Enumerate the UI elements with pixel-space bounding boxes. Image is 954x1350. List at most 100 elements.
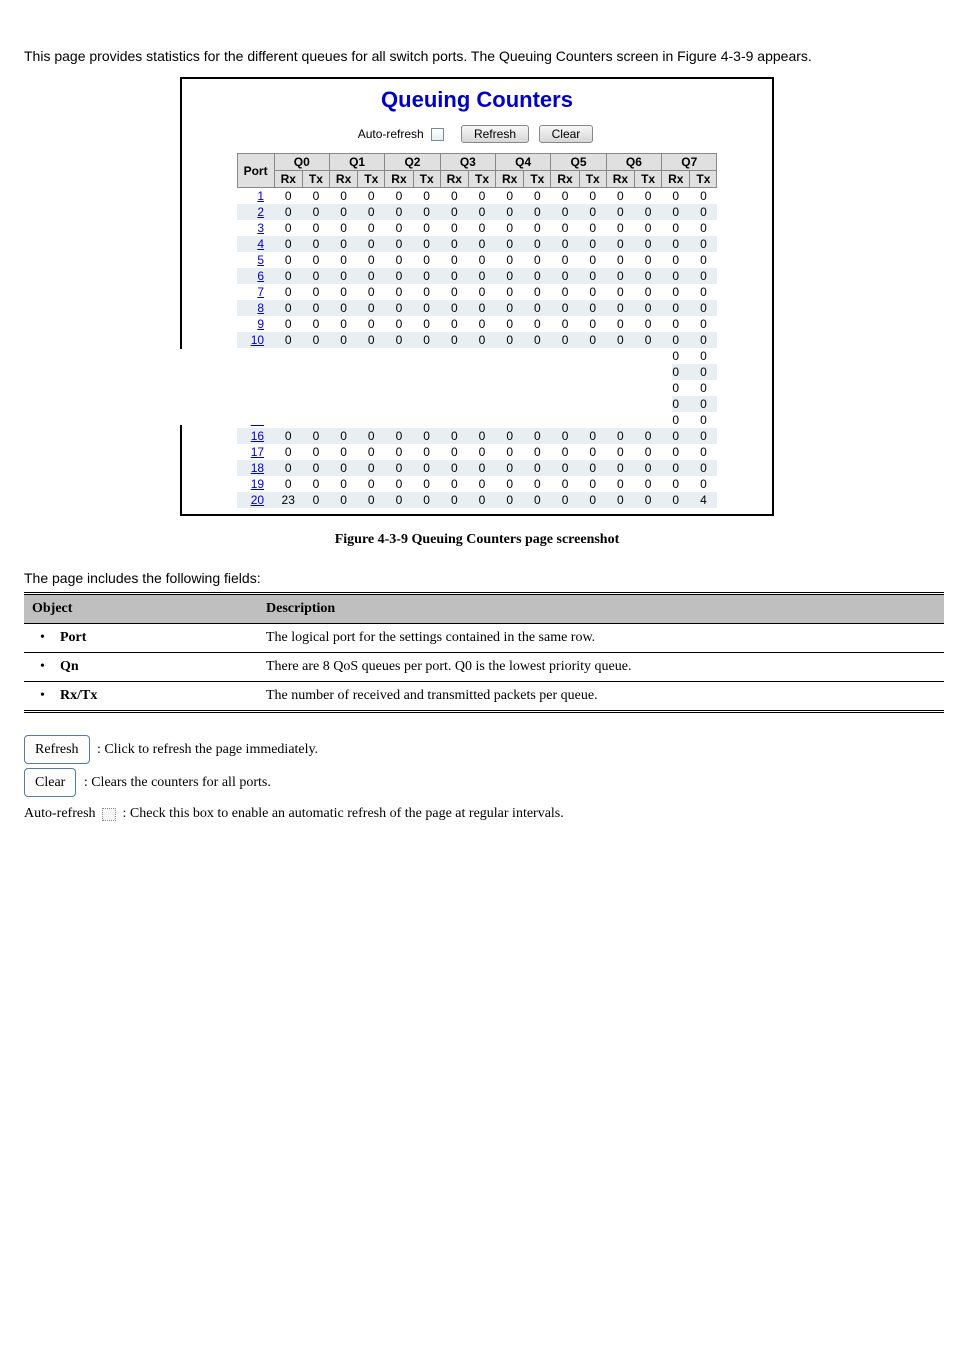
refresh-button[interactable]: Refresh [461, 125, 529, 143]
port-link[interactable]: 20 [251, 493, 264, 507]
port-link[interactable]: 3 [257, 221, 264, 235]
port-link[interactable]: 4 [257, 237, 264, 251]
port-link[interactable]: 1 [257, 189, 264, 203]
cell-value: 0 [690, 252, 717, 268]
queuing-counters-table: PortQ0Q1Q2Q3Q4Q5Q6Q7RxTxRxTxRxTxRxTxRxTx… [237, 153, 718, 508]
col-q1-rx: Rx [329, 171, 357, 188]
cell-value: 0 [606, 188, 634, 205]
description-header: Description [258, 594, 944, 624]
cell-value: 0 [440, 188, 468, 205]
cell-value: 0 [690, 412, 717, 428]
cell-value: 0 [385, 204, 413, 220]
cell-value: 0 [524, 220, 551, 236]
cell-value: 0 [524, 284, 551, 300]
object-name: Rx/Tx [24, 682, 258, 712]
cell-value: 0 [551, 476, 579, 492]
cell-value: 0 [579, 476, 606, 492]
auto-refresh-checkbox[interactable] [431, 128, 444, 141]
port-link[interactable]: 7 [257, 285, 264, 299]
port-link[interactable]: 16 [251, 429, 264, 443]
object-table-body: PortThe logical port for the settings co… [24, 624, 944, 712]
object-header: Object [24, 594, 258, 624]
col-q5-tx: Tx [579, 171, 606, 188]
cell-value: 0 [496, 236, 524, 252]
port-link[interactable]: 8 [257, 301, 264, 315]
cell-value: 0 [662, 332, 690, 348]
col-q6: Q6 [606, 154, 661, 171]
cell-value: 0 [662, 492, 690, 508]
port-link[interactable]: 17 [251, 445, 264, 459]
cell-value: 0 [551, 428, 579, 444]
cell-value: 0 [329, 428, 357, 444]
cell-value: 0 [302, 460, 329, 476]
cell-value: 0 [358, 476, 385, 492]
cell-value: 0 [524, 460, 551, 476]
cell-value: 0 [496, 204, 524, 220]
cell-value: 0 [635, 268, 662, 284]
cell-value: 0 [329, 204, 357, 220]
col-q3-rx: Rx [440, 171, 468, 188]
cell-value: 0 [385, 300, 413, 316]
refresh-button-inline[interactable]: Refresh [24, 735, 90, 764]
port-link[interactable]: 6 [257, 269, 264, 283]
table-row: 100000000000000000 [237, 332, 717, 348]
cell-value: 0 [662, 444, 690, 460]
clear-button[interactable]: Clear [539, 125, 594, 143]
cell-value: 0 [690, 476, 717, 492]
cell-value: 0 [635, 284, 662, 300]
port-link[interactable]: 10 [251, 333, 264, 347]
cell-value: 0 [274, 300, 302, 316]
cell-value: 0 [413, 236, 440, 252]
cell-value: 0 [551, 316, 579, 332]
cell-value: 0 [440, 252, 468, 268]
cell-value: 0 [606, 300, 634, 316]
table-row: 180000000000000000 [237, 460, 717, 476]
cell-value: 0 [358, 316, 385, 332]
cell-value: 0 [413, 316, 440, 332]
object-desc: The logical port for the settings contai… [258, 624, 944, 653]
col-q5: Q5 [551, 154, 606, 171]
auto-refresh-checkbox-inline[interactable] [102, 808, 116, 821]
cell-value: 0 [690, 316, 717, 332]
cell-port: 20 [237, 492, 274, 508]
cell-value: 0 [413, 444, 440, 460]
cell-value: 0 [385, 444, 413, 460]
cell-value: 0 [496, 332, 524, 348]
cell-value: 0 [496, 476, 524, 492]
cell-value: 0 [329, 476, 357, 492]
cell-value: 0 [440, 220, 468, 236]
cell-value: 0 [496, 460, 524, 476]
cell-value: 0 [551, 284, 579, 300]
port-link[interactable]: 5 [257, 253, 264, 267]
cell-value: 0 [358, 444, 385, 460]
port-link[interactable]: 9 [257, 317, 264, 331]
port-link[interactable]: 19 [251, 477, 264, 491]
cell-value: 0 [274, 284, 302, 300]
cell-value: 0 [274, 252, 302, 268]
cell-value: 0 [274, 476, 302, 492]
cell-port: 8 [237, 300, 274, 316]
object-name: Qn [24, 653, 258, 682]
port-link[interactable]: 2 [257, 205, 264, 219]
cell-value: 0 [358, 492, 385, 508]
cell-value: 0 [329, 252, 357, 268]
cell-value: 0 [635, 316, 662, 332]
cell-value: 0 [579, 460, 606, 476]
cell-value: 0 [496, 220, 524, 236]
cell-port: 6 [237, 268, 274, 284]
table-row: 90000000000000000 [237, 316, 717, 332]
table-row: 2023000000000000004 [237, 492, 717, 508]
col-q2-rx: Rx [385, 171, 413, 188]
cell-value: 0 [468, 268, 495, 284]
clear-button-inline[interactable]: Clear [24, 768, 76, 797]
buttons-description: Refresh : Click to refresh the page imme… [24, 735, 930, 827]
object-row: PortThe logical port for the settings co… [24, 624, 944, 653]
cell-value: 0 [302, 236, 329, 252]
cell-value: 0 [413, 252, 440, 268]
table-row: 40000000000000000 [237, 236, 717, 252]
cell-value: 0 [579, 300, 606, 316]
cell-port: 16 [237, 428, 274, 444]
cell-value: 0 [524, 204, 551, 220]
cell-value: 0 [358, 236, 385, 252]
port-link[interactable]: 18 [251, 461, 264, 475]
